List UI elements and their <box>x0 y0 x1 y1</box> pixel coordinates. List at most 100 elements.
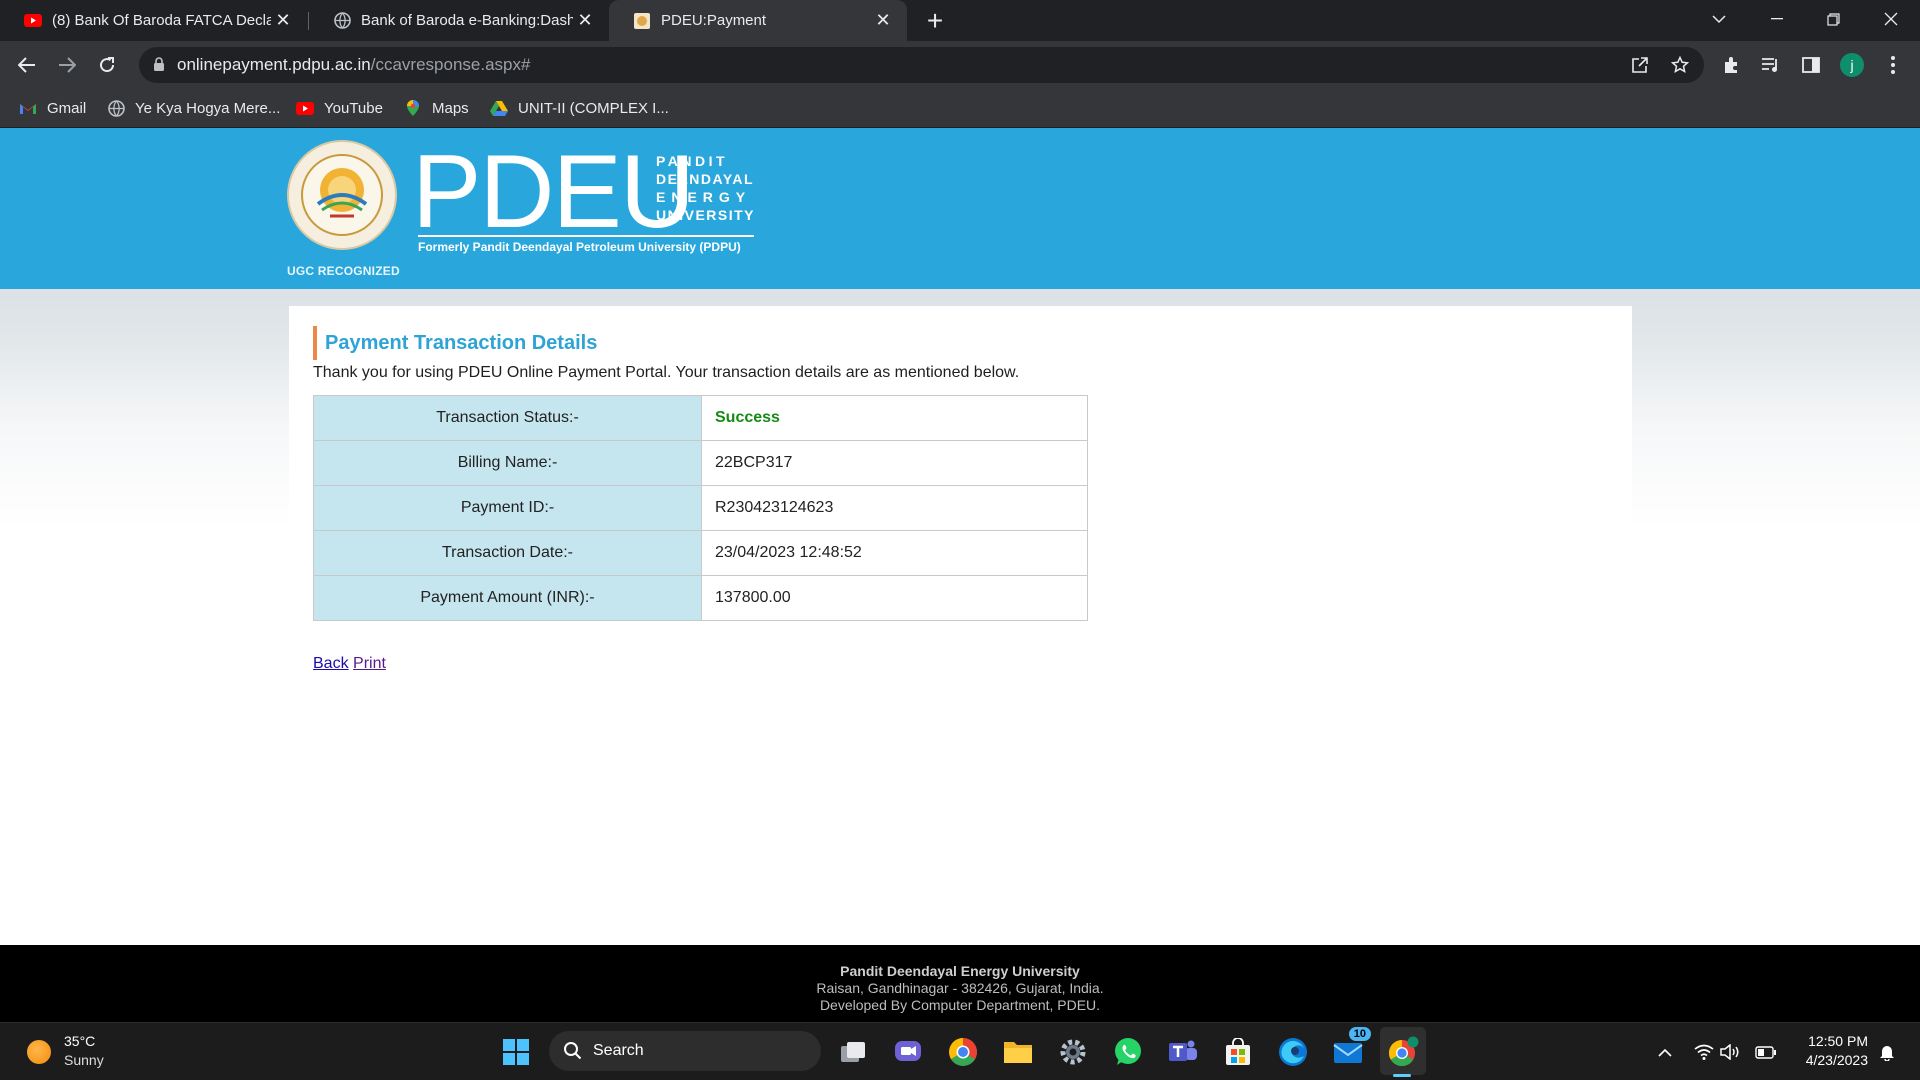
table-row: Payment Amount (INR):- 137800.00 <box>313 575 1088 621</box>
site-footer: Pandit Deendayal Energy University Raisa… <box>0 945 1920 1022</box>
youtube-icon <box>24 12 42 30</box>
detail-label: Payment ID:- <box>313 485 702 531</box>
bookmark-label: Gmail <box>47 99 87 117</box>
lock-icon[interactable] <box>153 57 165 77</box>
print-link[interactable]: Print <box>353 655 386 672</box>
detail-value: 137800.00 <box>701 575 1088 621</box>
name-line: DEENDAYAL <box>656 171 755 187</box>
bookmark-label: Ye Kya Hogya Mere... <box>135 99 281 117</box>
transaction-details-table: Transaction Status:- Success Billing Nam… <box>313 395 1088 621</box>
bookmark-label: YouTube <box>324 99 383 117</box>
bookmarks-bar: Gmail Ye Kya Hogya Mere... YouTube Maps … <box>0 89 1920 128</box>
detail-value: R230423124623 <box>701 485 1088 531</box>
volume-icon[interactable] <box>1718 1040 1742 1064</box>
bookmark-label: Maps <box>432 99 469 117</box>
weather-temp: 35°C <box>64 1033 96 1049</box>
tab-title: Bank of Baroda e-Banking:Dashb <box>361 12 573 29</box>
edge-icon[interactable] <box>1274 1033 1312 1071</box>
page-viewport: UGC RECOGNIZED PDEU PANDIT DEENDAYAL ENE… <box>0 128 1920 1022</box>
tab-bob-ebanking[interactable]: Bank of Baroda e-Banking:Dashb ✕ <box>309 0 609 41</box>
url-text[interactable]: onlinepayment.pdpu.ac.in/ccavresponse.as… <box>177 55 530 75</box>
profile-initial: j <box>1850 57 1854 73</box>
table-row: Billing Name:- 22BCP317 <box>313 440 1088 486</box>
page-title: Payment Transaction Details <box>313 326 597 360</box>
url-path: /ccavresponse.aspx# <box>370 55 531 74</box>
weather-condition: Sunny <box>64 1052 104 1068</box>
forward-nav-button[interactable] <box>50 48 84 82</box>
close-tab-icon[interactable]: ✕ <box>871 9 895 33</box>
running-indicator <box>1393 1074 1411 1077</box>
close-window-button[interactable] <box>1866 0 1916 38</box>
pdeu-wordmark[interactable]: PDEU <box>412 140 695 244</box>
settings-gear-icon[interactable] <box>1054 1033 1092 1071</box>
minimize-button[interactable] <box>1752 0 1802 38</box>
footer-credit: Developed By Computer Department, PDEU. <box>819 997 1101 1013</box>
tab-title: (8) Bank Of Baroda FATCA Declar <box>52 12 271 29</box>
intro-text: Thank you for using PDEU Online Payment … <box>313 364 1020 381</box>
bookmark-gmail[interactable]: Gmail <box>19 89 86 127</box>
footer-address: Raisan, Gandhinagar - 382426, Gujarat, I… <box>816 980 1104 996</box>
file-explorer-icon[interactable] <box>999 1033 1037 1071</box>
bookmark-ye-kya-hogya[interactable]: Ye Kya Hogya Mere... <box>107 89 280 127</box>
extensions-icon[interactable] <box>1714 48 1748 82</box>
battery-icon[interactable] <box>1754 1040 1778 1064</box>
detail-label: Transaction Status:- <box>313 395 702 441</box>
windows-start-icon[interactable] <box>497 1033 535 1071</box>
browser-toolbar: onlinepayment.pdpu.ac.in/ccavresponse.as… <box>0 41 1920 89</box>
clock-date: 4/23/2023 <box>1805 1052 1868 1068</box>
detail-label: Transaction Date:- <box>313 530 702 576</box>
mail-icon[interactable]: 10 <box>1329 1027 1371 1071</box>
search-label: Search <box>593 1042 644 1059</box>
university-seal-logo <box>285 138 399 252</box>
name-line: PANDIT <box>656 153 729 169</box>
reload-button[interactable] <box>90 48 124 82</box>
task-view-icon[interactable] <box>834 1033 872 1071</box>
teams-chat-icon[interactable] <box>889 1033 927 1071</box>
mail-unread-badge: 10 <box>1348 1027 1371 1041</box>
tab-pdeu-payment[interactable]: PDEU:Payment ✕ <box>609 0 907 41</box>
detail-label: Billing Name:- <box>313 440 702 486</box>
formerly-text: Formerly Pandit Deendayal Petroleum Univ… <box>418 240 741 254</box>
whatsapp-icon[interactable] <box>1109 1033 1147 1071</box>
notification-bell-icon[interactable] <box>1875 1040 1899 1064</box>
pdeu-favicon <box>633 12 651 30</box>
address-bar[interactable]: onlinepayment.pdpu.ac.in/ccavresponse.as… <box>139 47 1704 83</box>
status-value: Success <box>701 395 1088 441</box>
bookmark-label: UNIT-II (COMPLEX I... <box>518 99 669 117</box>
restore-button[interactable] <box>1808 0 1858 38</box>
close-tab-icon[interactable]: ✕ <box>271 9 295 33</box>
detail-label: Payment Amount (INR):- <box>313 575 702 621</box>
new-tab-button[interactable]: + <box>920 5 950 36</box>
chrome-profile-icon[interactable] <box>1384 1033 1422 1071</box>
taskbar-search[interactable]: Search <box>549 1031 821 1071</box>
detail-value: 22BCP317 <box>701 440 1088 486</box>
chrome-icon[interactable] <box>944 1033 982 1071</box>
bookmark-star-icon[interactable] <box>1667 52 1693 78</box>
bookmark-unit-ii[interactable]: UNIT-II (COMPLEX I... <box>490 89 669 127</box>
show-hidden-icons-chevron[interactable] <box>1653 1040 1677 1064</box>
clock-time: 12:50 PM <box>1808 1033 1868 1049</box>
profile-avatar[interactable]: j <box>1835 48 1869 82</box>
microsoft-teams-icon[interactable] <box>1164 1033 1202 1071</box>
name-line: ENERGY <box>656 189 752 205</box>
maps-icon <box>404 99 422 117</box>
back-link[interactable]: Back <box>313 655 349 672</box>
wifi-icon[interactable] <box>1692 1040 1716 1064</box>
windows-taskbar: 35°C Sunny Search 10 12:50 PM 4/23/2023 <box>0 1022 1920 1080</box>
side-panel-icon[interactable] <box>1794 48 1828 82</box>
search-icon <box>563 1041 582 1065</box>
media-control-icon[interactable] <box>1754 48 1788 82</box>
share-icon[interactable] <box>1627 52 1653 78</box>
bookmark-youtube[interactable]: YouTube <box>296 89 383 127</box>
tab-bob-fatca[interactable]: (8) Bank Of Baroda FATCA Declar ✕ <box>0 0 307 41</box>
table-row: Transaction Status:- Success <box>313 395 1088 441</box>
gmail-icon <box>19 99 37 117</box>
tab-search-button[interactable] <box>1694 0 1744 38</box>
close-tab-icon[interactable]: ✕ <box>573 9 597 33</box>
bookmark-maps[interactable]: Maps <box>404 89 469 127</box>
chrome-menu-icon[interactable] <box>1876 48 1910 82</box>
back-nav-button[interactable] <box>10 48 44 82</box>
microsoft-store-icon[interactable] <box>1219 1033 1257 1071</box>
footer-university-name: Pandit Deendayal Energy University <box>840 963 1080 979</box>
detail-value: 23/04/2023 12:48:52 <box>701 530 1088 576</box>
